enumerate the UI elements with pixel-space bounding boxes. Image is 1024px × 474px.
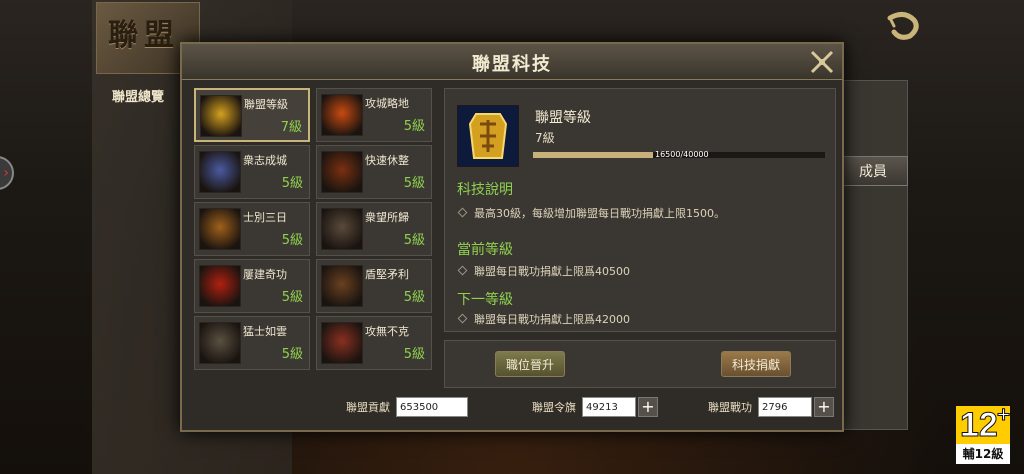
warriors-icon	[199, 322, 241, 364]
tech-tile-level: 5級	[281, 233, 303, 248]
tech-tile-name: 衆志成城	[243, 154, 287, 167]
tech-tile-level: 5級	[281, 176, 303, 191]
chevron-right-icon: ›	[3, 165, 9, 181]
resource-contribution: 聯盟貢獻 653500	[346, 396, 468, 418]
tab-alliance-overview[interactable]: 聯盟總覽	[112, 86, 164, 105]
tech-name: 聯盟等級	[535, 110, 591, 126]
progress-text: 16500/40000	[655, 150, 709, 159]
current-level-heading: 當前等級	[457, 242, 513, 258]
tech-tile-level: 5級	[403, 347, 425, 362]
add-merit-button[interactable]: +	[814, 397, 834, 417]
back-arrow-icon[interactable]	[886, 10, 920, 40]
banner-value: 49213	[582, 397, 636, 417]
tech-grid[interactable]: 聯盟等級 7級 攻城略地 5級 衆志成城 5級 快速休整 5級 士別三日 5級 衆望所歸 5級 屢建奇功…	[194, 88, 436, 388]
resource-merit: 聯盟戰功 2796 +	[708, 396, 834, 418]
tech-tile-level: 7級	[280, 120, 302, 135]
tech-tile-name: 屢建奇功	[243, 268, 287, 281]
tech-tile-level: 5級	[281, 290, 303, 305]
tech-tile-name: 猛士如雲	[243, 325, 287, 338]
tech-tile-name: 快速休整	[365, 154, 409, 167]
background-right-panel	[842, 80, 908, 430]
dialog-header: 聯盟科技	[182, 44, 842, 80]
alliance-badge-icon	[200, 95, 242, 137]
description-heading: 科技說明	[457, 182, 513, 198]
tech-detail-panel: 聯盟等級 7級 16500/40000 科技說明 最高30級，每級增加聯盟每日戰…	[444, 88, 836, 332]
dialog-title: 聯盟科技	[472, 54, 552, 75]
diamond-bullet-icon	[457, 313, 468, 324]
action-bar: 職位晉升 科技捐獻	[444, 340, 836, 388]
scroll-book-icon	[199, 208, 241, 250]
diamond-bullet-icon	[457, 207, 468, 218]
shield-spear-icon	[321, 265, 363, 307]
tech-tile-level: 5級	[403, 176, 425, 191]
tech-tile[interactable]: 攻城略地 5級	[316, 88, 432, 142]
tech-level: 7級	[535, 131, 555, 145]
tech-tile[interactable]: 屢建奇功 5級	[194, 259, 310, 313]
next-level-heading: 下一等級	[457, 292, 513, 308]
progress-fill	[533, 152, 654, 158]
tech-tile-name: 衆望所歸	[365, 211, 409, 224]
tech-tile-name: 攻無不克	[365, 325, 409, 338]
alliance-tech-dialog: 聯盟科技 聯盟等級 7級 攻城略地 5級 衆志成城 5級 快速休整 5級 士別三日 5級 衆望所歸 5…	[180, 42, 844, 432]
tech-tile[interactable]: 士別三日 5級	[194, 202, 310, 256]
tech-tile-level: 5級	[403, 290, 425, 305]
age-rating-badge: 12 + 輔12級	[954, 404, 1012, 466]
tech-tile-name: 聯盟等級	[244, 98, 288, 111]
tech-tile[interactable]: 聯盟等級 7級	[194, 88, 310, 142]
tech-tile-name: 盾堅矛利	[365, 268, 409, 281]
tech-tile[interactable]: 快速休整 5級	[316, 145, 432, 199]
tech-donate-button[interactable]: 科技捐獻	[721, 351, 791, 377]
contribution-value: 653500	[396, 397, 468, 417]
next-level-line: 聯盟每日戰功捐獻上限爲42000	[457, 311, 630, 327]
tech-tile[interactable]: 猛士如雲 5級	[194, 316, 310, 370]
alliance-title: 聯盟	[108, 18, 180, 53]
tech-tile[interactable]: 攻無不克 5級	[316, 316, 432, 370]
tech-tile[interactable]: 衆志成城 5級	[194, 145, 310, 199]
promote-button[interactable]: 職位晉升	[495, 351, 565, 377]
alliance-badge-icon	[457, 105, 519, 167]
close-icon[interactable]	[808, 48, 836, 76]
diamond-bullet-icon	[457, 265, 468, 276]
fortress-icon	[199, 151, 241, 193]
tech-tile[interactable]: 盾堅矛利 5級	[316, 259, 432, 313]
tech-tile-name: 攻城略地	[365, 97, 409, 110]
siege-fire-icon	[321, 94, 363, 136]
merit-value: 2796	[758, 397, 812, 417]
description-line: 最高30級，每級增加聯盟每日戰功捐獻上限1500。	[457, 205, 725, 221]
attack-soldier-icon	[321, 322, 363, 364]
current-level-line: 聯盟每日戰功捐獻上限爲40500	[457, 263, 630, 279]
tech-tile-name: 士別三日	[243, 211, 287, 224]
troops-rest-icon	[321, 151, 363, 193]
tech-tile-level: 5級	[403, 233, 425, 248]
tab-members[interactable]: 成員	[838, 156, 908, 186]
tech-tile-level: 5級	[403, 119, 425, 134]
tech-tile[interactable]: 衆望所歸 5級	[316, 202, 432, 256]
general-icon	[321, 208, 363, 250]
war-banner-icon	[199, 265, 241, 307]
tech-tile-level: 5級	[281, 347, 303, 362]
add-banner-button[interactable]: +	[638, 397, 658, 417]
resource-banner: 聯盟令旗 49213 +	[532, 396, 658, 418]
